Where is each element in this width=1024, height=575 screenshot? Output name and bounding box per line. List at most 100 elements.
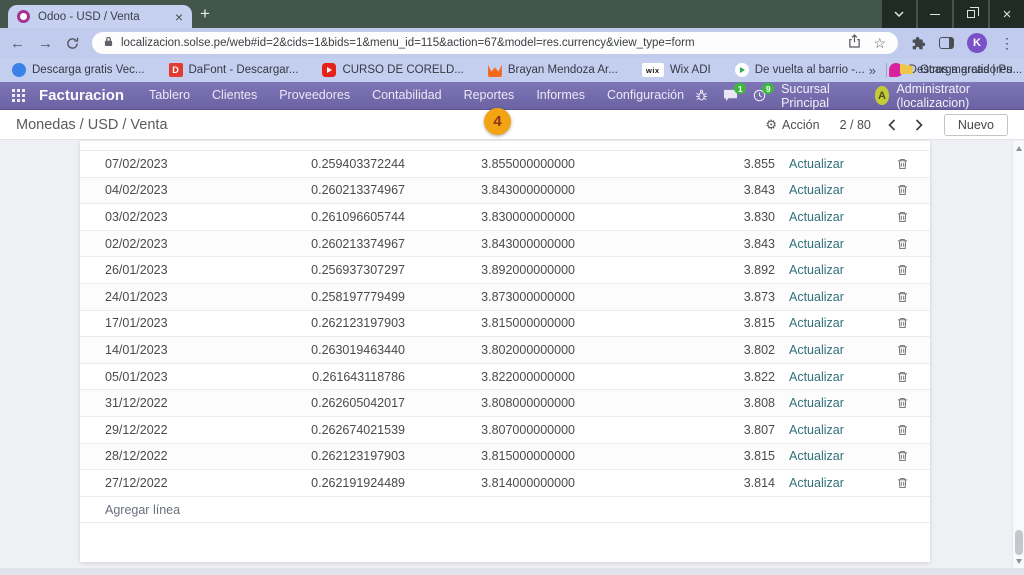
actualizar-button[interactable]: Actualizar [775, 237, 875, 251]
trash-icon[interactable] [875, 184, 930, 196]
rate-date-cell[interactable]: 27/12/2022 [80, 476, 275, 490]
rate-cell[interactable]: 0.262674021539 [275, 423, 405, 437]
pager-previous-button[interactable] [886, 119, 898, 131]
minimize-button[interactable] [918, 0, 952, 28]
inverse-rate-cell[interactable]: 3.802000000000 [405, 343, 575, 357]
rate-cell[interactable]: 0.262123197903 [275, 449, 405, 463]
inverse-rate-cell[interactable]: 3.855000000000 [405, 157, 575, 171]
rate-cell[interactable]: 0.262123197903 [275, 316, 405, 330]
actualizar-button[interactable]: Actualizar [775, 476, 875, 490]
tab-close-icon[interactable]: × [175, 10, 183, 24]
rate-row[interactable]: 04/02/20230.2602133749673.8430000000003.… [80, 178, 930, 205]
new-tab-button[interactable]: + [200, 4, 210, 24]
rate-row[interactable]: 24/01/20230.2581977794993.8730000000003.… [80, 284, 930, 311]
actualizar-button[interactable]: Actualizar [775, 210, 875, 224]
restore-button[interactable] [954, 0, 988, 28]
bookmark-item[interactable]: Descarga gratis Vec... [12, 63, 145, 77]
company-rate-cell[interactable]: 3.807 [575, 423, 775, 437]
actualizar-button[interactable]: Actualizar [775, 290, 875, 304]
apps-grid-icon[interactable] [12, 89, 25, 102]
trash-icon[interactable] [875, 371, 930, 383]
rate-row[interactable]: 28/12/20220.2621231979033.8150000000003.… [80, 444, 930, 471]
rate-cell[interactable]: 0.258197779499 [275, 290, 405, 304]
nav-menu-contabilidad[interactable]: Contabilidad [361, 82, 453, 109]
trash-icon[interactable] [875, 344, 930, 356]
company-rate-cell[interactable]: 3.843 [575, 237, 775, 251]
scroll-up-icon[interactable] [1013, 143, 1024, 153]
rate-date-cell[interactable]: 04/02/2023 [80, 183, 275, 197]
share-icon[interactable] [848, 34, 861, 53]
trash-icon[interactable] [875, 291, 930, 303]
browser-menu-icon[interactable]: ⋮ [1000, 35, 1014, 52]
scrollbar-thumb[interactable] [1015, 530, 1023, 555]
trash-icon[interactable] [875, 424, 930, 436]
rate-row[interactable]: 03/02/20230.2610966057443.8300000000003.… [80, 204, 930, 231]
inverse-rate-cell[interactable]: 3.843000000000 [405, 237, 575, 251]
rate-cell[interactable]: 0.256937307297 [275, 263, 405, 277]
rate-date-cell[interactable]: 29/12/2022 [80, 423, 275, 437]
actualizar-button[interactable]: Actualizar [775, 343, 875, 357]
actualizar-button[interactable]: Actualizar [775, 423, 875, 437]
trash-icon[interactable] [875, 317, 930, 329]
actualizar-button[interactable]: Actualizar [775, 263, 875, 277]
inverse-rate-cell[interactable]: 3.815000000000 [405, 449, 575, 463]
rate-row[interactable]: 26/01/20230.2569373072973.8920000000003.… [80, 257, 930, 284]
rate-date-cell[interactable]: 24/01/2023 [80, 290, 275, 304]
rate-date-cell[interactable]: 31/12/2022 [80, 396, 275, 410]
browser-tab[interactable]: Odoo - USD / Venta × [8, 5, 192, 28]
nav-menu-tablero[interactable]: Tablero [138, 82, 201, 109]
rate-date-cell[interactable]: 28/12/2022 [80, 449, 275, 463]
trash-icon[interactable] [875, 264, 930, 276]
rate-row[interactable]: 05/01/20230.2616431187863.8220000000003.… [80, 364, 930, 391]
debug-bug-icon[interactable] [695, 89, 708, 102]
rate-cell[interactable]: 0.262191924489 [275, 476, 405, 490]
bookmark-item[interactable]: De vuelta al barrio -... [735, 63, 865, 77]
trash-icon[interactable] [875, 450, 930, 462]
inverse-rate-cell[interactable]: 3.892000000000 [405, 263, 575, 277]
action-menu-button[interactable]: ⚙ Acción [765, 118, 819, 132]
add-line-button[interactable]: Agregar línea [80, 497, 930, 523]
company-rate-cell[interactable]: 3.815 [575, 449, 775, 463]
breadcrumb[interactable]: Monedas / USD / Venta [16, 117, 168, 133]
rate-date-cell[interactable]: 05/01/2023 [80, 370, 275, 384]
bookmark-star-icon[interactable]: ☆ [873, 36, 886, 50]
rate-row[interactable]: 14/01/20230.2630194634403.8020000000003.… [80, 337, 930, 364]
rate-row[interactable]: 31/12/20220.2626050420173.8080000000003.… [80, 390, 930, 417]
rate-cell[interactable]: 0.263019463440 [275, 343, 405, 357]
nav-menu-reportes[interactable]: Reportes [453, 82, 526, 109]
app-brand[interactable]: Facturacion [39, 87, 124, 104]
side-panel-icon[interactable] [939, 37, 954, 49]
actualizar-button[interactable]: Actualizar [775, 370, 875, 384]
messages-icon[interactable]: 1 [723, 89, 738, 102]
address-bar[interactable]: localizacion.solse.pe/web#id=2&cids=1&bi… [92, 32, 898, 54]
inverse-rate-cell[interactable]: 3.830000000000 [405, 210, 575, 224]
pager-next-button[interactable] [913, 119, 925, 131]
actualizar-button[interactable]: Actualizar [775, 316, 875, 330]
rate-date-cell[interactable]: 14/01/2023 [80, 343, 275, 357]
inverse-rate-cell[interactable]: 3.843000000000 [405, 183, 575, 197]
company-rate-cell[interactable]: 3.892 [575, 263, 775, 277]
inverse-rate-cell[interactable]: 3.808000000000 [405, 396, 575, 410]
rate-cell[interactable]: 0.260213374967 [275, 183, 405, 197]
company-rate-cell[interactable]: 3.814 [575, 476, 775, 490]
rate-row[interactable]: 07/02/20230.2594033722443.8550000000003.… [80, 151, 930, 178]
rate-date-cell[interactable]: 03/02/2023 [80, 210, 275, 224]
actualizar-button[interactable]: Actualizar [775, 183, 875, 197]
inverse-rate-cell[interactable]: 3.873000000000 [405, 290, 575, 304]
trash-icon[interactable] [875, 397, 930, 409]
company-rate-cell[interactable]: 3.808 [575, 396, 775, 410]
company-switcher[interactable]: Sucursal Principal [781, 82, 859, 110]
company-rate-cell[interactable]: 3.843 [575, 183, 775, 197]
new-record-button[interactable]: Nuevo [944, 114, 1008, 136]
rate-cell[interactable]: 0.260213374967 [275, 237, 405, 251]
trash-icon[interactable] [875, 477, 930, 489]
trash-icon[interactable] [875, 211, 930, 223]
inverse-rate-cell[interactable]: 3.807000000000 [405, 423, 575, 437]
rate-row[interactable]: 02/02/20230.2602133749673.8430000000003.… [80, 231, 930, 258]
actualizar-button[interactable]: Actualizar [775, 396, 875, 410]
user-avatar[interactable]: A [875, 86, 890, 105]
nav-menu-clientes[interactable]: Clientes [201, 82, 268, 109]
company-rate-cell[interactable]: 3.815 [575, 316, 775, 330]
bookmark-item[interactable]: CURSO DE CORELD... [322, 63, 463, 77]
rate-cell[interactable]: 0.262605042017 [275, 396, 405, 410]
